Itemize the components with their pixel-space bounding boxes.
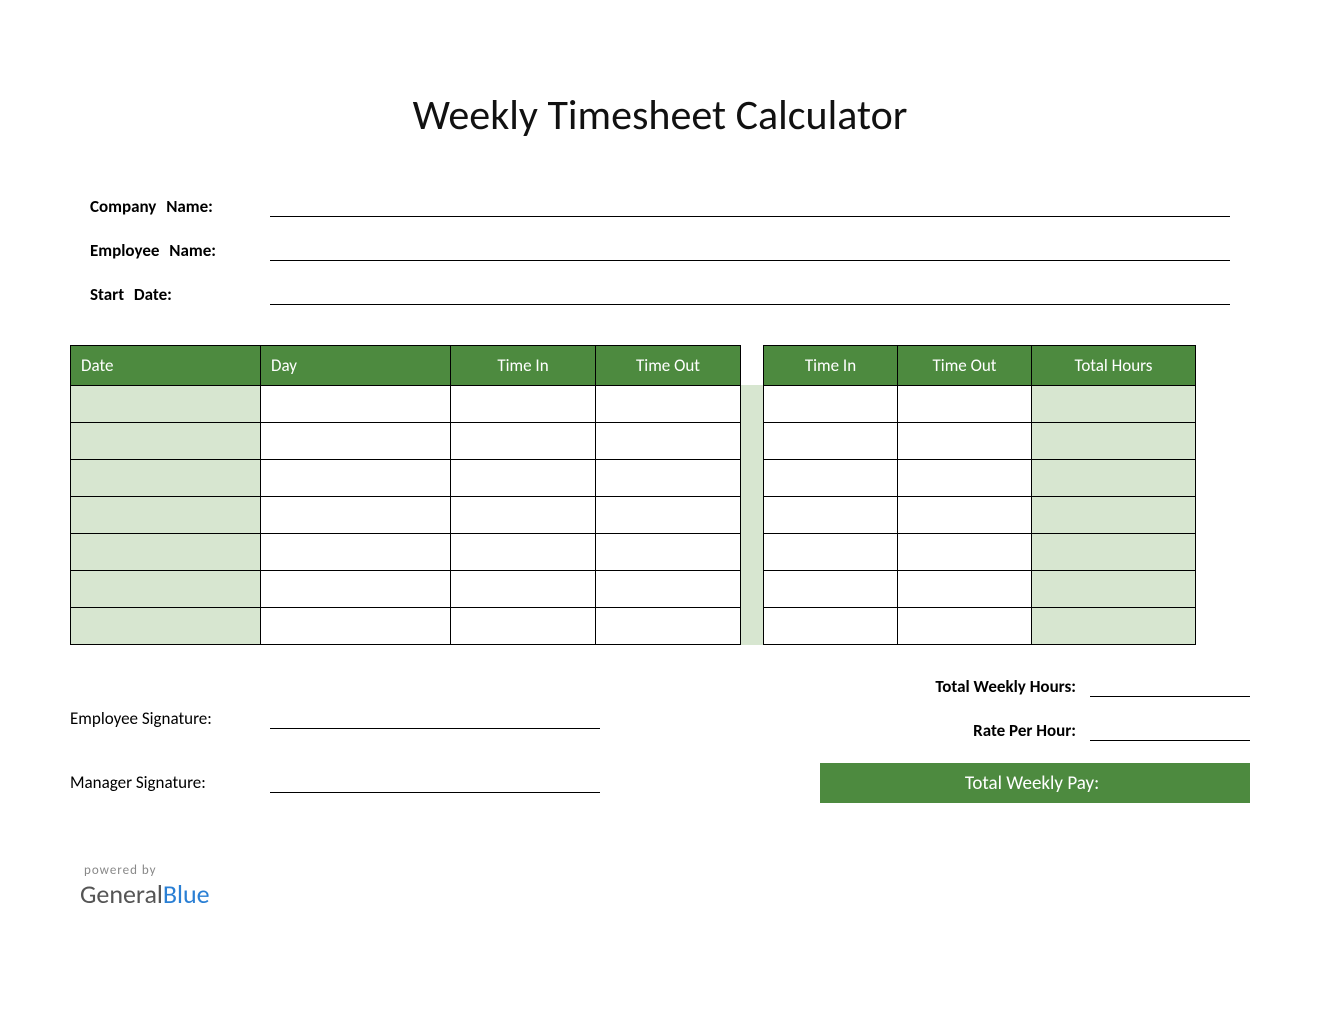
table-row: [764, 386, 1196, 423]
employee-name-label: Employee Name:: [90, 240, 270, 261]
cell-total: [1032, 460, 1196, 497]
table-separator: [741, 385, 763, 645]
timesheet-table: Date Day Time In Time Out Time In Time O…: [70, 345, 1250, 645]
total-weekly-hours-label: Total Weekly Hours:: [935, 676, 1090, 697]
table-row: [764, 423, 1196, 460]
table-row: [71, 571, 741, 608]
cell-time-out-1[interactable]: [596, 460, 741, 497]
cell-time-out-2[interactable]: [898, 386, 1032, 423]
cell-total: [1032, 571, 1196, 608]
cell-time-in-2[interactable]: [764, 534, 898, 571]
cell-date[interactable]: [71, 608, 261, 645]
cell-time-out-2[interactable]: [898, 608, 1032, 645]
table-row: [71, 460, 741, 497]
table-row: [764, 608, 1196, 645]
cell-time-in-2[interactable]: [764, 608, 898, 645]
cell-total: [1032, 386, 1196, 423]
cell-date[interactable]: [71, 386, 261, 423]
cell-time-out-2[interactable]: [898, 534, 1032, 571]
brand-name-part2: Blue: [163, 878, 210, 910]
total-weekly-hours-field[interactable]: [1090, 675, 1250, 697]
table-row: [764, 534, 1196, 571]
cell-day[interactable]: [261, 608, 451, 645]
cell-total: [1032, 423, 1196, 460]
company-name-field[interactable]: [270, 191, 1230, 217]
page-title: Weekly Timesheet Calculator: [70, 90, 1250, 141]
cell-day[interactable]: [261, 423, 451, 460]
table-row: [71, 534, 741, 571]
cell-time-out-1[interactable]: [596, 497, 741, 534]
cell-time-in-2[interactable]: [764, 571, 898, 608]
manager-signature-field[interactable]: [270, 769, 600, 793]
cell-time-out-1[interactable]: [596, 571, 741, 608]
brand-name-part1: General: [80, 878, 163, 910]
info-block: Company Name: Employee Name: Start Date:: [90, 191, 1230, 305]
cell-day[interactable]: [261, 571, 451, 608]
employee-name-field[interactable]: [270, 235, 1230, 261]
rate-per-hour-field[interactable]: [1090, 719, 1250, 741]
cell-time-out-2[interactable]: [898, 497, 1032, 534]
cell-total: [1032, 497, 1196, 534]
cell-date[interactable]: [71, 534, 261, 571]
cell-time-out-1[interactable]: [596, 534, 741, 571]
cell-time-in-1[interactable]: [451, 460, 596, 497]
cell-time-in-2[interactable]: [764, 386, 898, 423]
brand-logo: powered by GeneralBlue: [80, 863, 1250, 910]
manager-signature-label: Manager Signature:: [70, 772, 270, 793]
footer: Employee Signature: Manager Signature: T…: [70, 675, 1250, 833]
start-date-field[interactable]: [270, 279, 1230, 305]
cell-time-out-2[interactable]: [898, 423, 1032, 460]
cell-day[interactable]: [261, 534, 451, 571]
col-header-day: Day: [261, 346, 451, 386]
cell-time-out-2[interactable]: [898, 460, 1032, 497]
cell-time-out-1[interactable]: [596, 386, 741, 423]
cell-total: [1032, 608, 1196, 645]
cell-time-out-1[interactable]: [596, 608, 741, 645]
company-name-label: Company Name:: [90, 196, 270, 217]
cell-day[interactable]: [261, 497, 451, 534]
col-header-time-in-1: Time In: [451, 346, 596, 386]
col-header-time-out-1: Time Out: [596, 346, 741, 386]
col-header-total-hours: Total Hours: [1032, 346, 1196, 386]
table-row: [71, 608, 741, 645]
total-weekly-pay-label: Total Weekly Pay:: [965, 772, 1099, 795]
cell-time-in-1[interactable]: [451, 386, 596, 423]
cell-date[interactable]: [71, 571, 261, 608]
cell-time-in-1[interactable]: [451, 571, 596, 608]
table-row: [71, 497, 741, 534]
table-row: [764, 497, 1196, 534]
cell-time-out-2[interactable]: [898, 571, 1032, 608]
cell-date[interactable]: [71, 423, 261, 460]
table-row: [71, 423, 741, 460]
table-row: [764, 460, 1196, 497]
cell-time-in-2[interactable]: [764, 460, 898, 497]
cell-date[interactable]: [71, 497, 261, 534]
cell-day[interactable]: [261, 386, 451, 423]
cell-total: [1032, 534, 1196, 571]
total-weekly-pay-bar: Total Weekly Pay:: [820, 763, 1250, 803]
employee-signature-label: Employee Signature:: [70, 708, 270, 729]
cell-time-in-1[interactable]: [451, 608, 596, 645]
cell-time-in-1[interactable]: [451, 423, 596, 460]
start-date-label: Start Date:: [90, 284, 270, 305]
cell-time-in-1[interactable]: [451, 534, 596, 571]
employee-signature-field[interactable]: [270, 705, 600, 729]
col-header-date: Date: [71, 346, 261, 386]
cell-time-in-2[interactable]: [764, 423, 898, 460]
table-row: [764, 571, 1196, 608]
table-row: [71, 386, 741, 423]
rate-per-hour-label: Rate Per Hour:: [973, 720, 1090, 741]
cell-day[interactable]: [261, 460, 451, 497]
cell-time-in-2[interactable]: [764, 497, 898, 534]
brand-powered-by: powered by: [84, 863, 1250, 878]
cell-time-out-1[interactable]: [596, 423, 741, 460]
cell-time-in-1[interactable]: [451, 497, 596, 534]
col-header-time-in-2: Time In: [764, 346, 898, 386]
col-header-time-out-2: Time Out: [898, 346, 1032, 386]
cell-date[interactable]: [71, 460, 261, 497]
